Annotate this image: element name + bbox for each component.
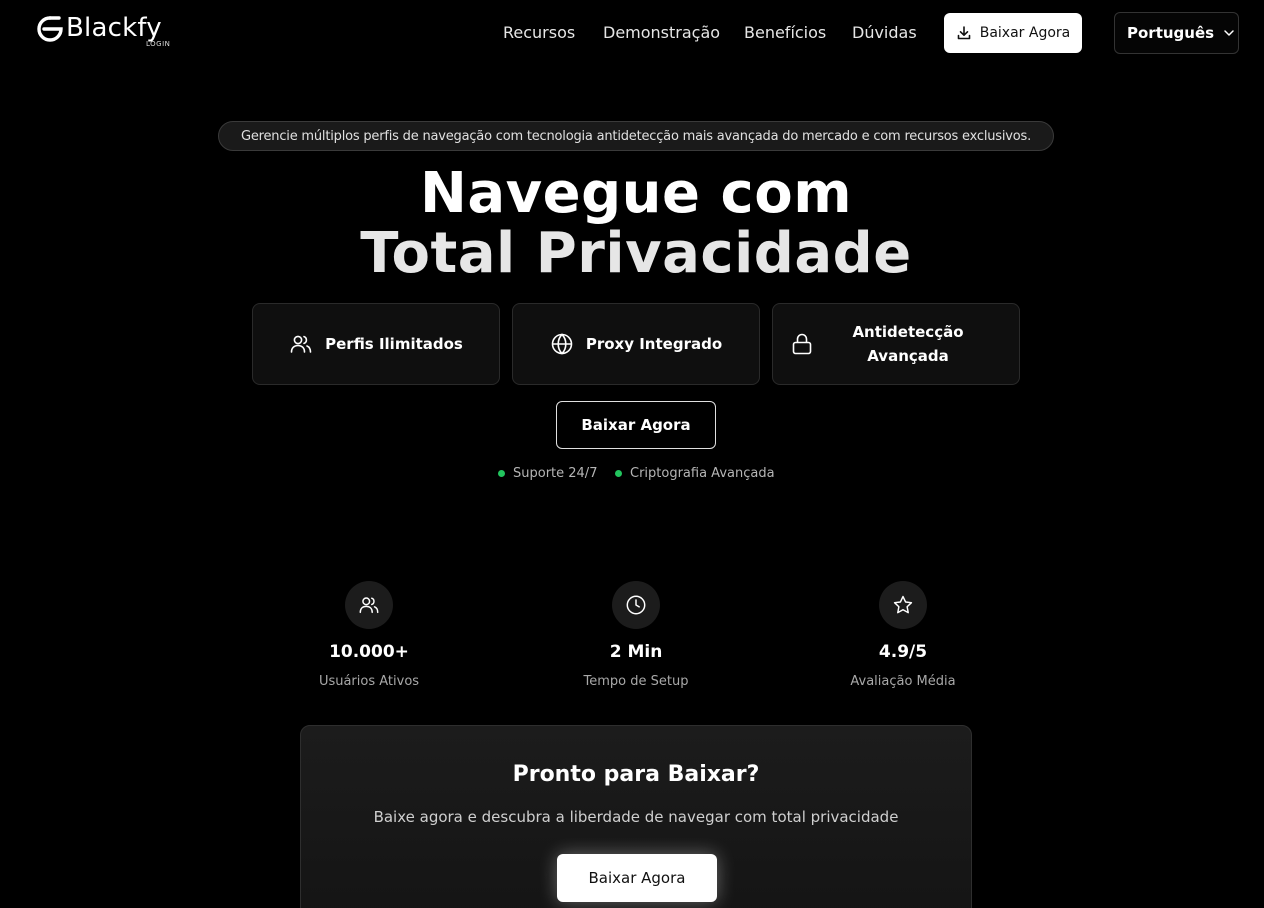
- hero-title-line2: Total Privacidade: [360, 221, 912, 286]
- nav-duvidas[interactable]: Dúvidas: [852, 22, 917, 44]
- feature-label: Proxy Integrado: [585, 335, 723, 353]
- hero-title-line1: Navegue com: [419, 161, 853, 226]
- nav-demonstracao[interactable]: Demonstração: [603, 22, 720, 44]
- stat-icon-circle: [879, 581, 927, 629]
- trust-item-support: Suporte 24/7: [498, 466, 597, 481]
- hero-title: Navegue com Total Privacidade: [0, 164, 1264, 284]
- trust-label: Criptografia Avançada: [630, 466, 775, 481]
- logo-subtext: LOGIN: [146, 40, 171, 48]
- feature-card-perfis: Perfis Ilimitados: [252, 303, 500, 385]
- users-icon: [359, 597, 379, 614]
- download-icon: [957, 26, 971, 40]
- stat-users: 10.000+ Usuários Ativos: [269, 581, 469, 691]
- cta-panel: Pronto para Baixar? Baixe agora e descub…: [300, 725, 972, 908]
- stat-value: 2 Min: [609, 642, 663, 662]
- stat-icon-circle: [612, 581, 660, 629]
- stat-value: 4.9/5: [878, 642, 928, 662]
- cta-subtitle: Baixe agora e descubra a liberdade de na…: [373, 808, 899, 826]
- stat-label: Tempo de Setup: [583, 674, 689, 689]
- clock-icon: [626, 595, 646, 615]
- nav-beneficios[interactable]: Benefícios: [744, 22, 826, 44]
- stat-icon-circle: [345, 581, 393, 629]
- stat-value: 10.000+: [329, 642, 409, 662]
- stat-label: Avaliação Média: [850, 674, 956, 689]
- download-button-label: Baixar Agora: [979, 25, 1071, 41]
- brand-logo[interactable]: Blackfy LOGIN: [34, 12, 184, 56]
- feature-card-proxy: Proxy Integrado: [512, 303, 760, 385]
- stat-rating: 4.9/5 Avaliação Média: [803, 581, 1003, 691]
- language-select[interactable]: Português: [1114, 12, 1239, 54]
- trust-label: Suporte 24/7: [513, 466, 598, 481]
- star-icon: [893, 595, 913, 614]
- nav-recursos[interactable]: Recursos: [503, 22, 575, 44]
- chevron-down-icon: [1224, 30, 1234, 36]
- status-dot: [498, 470, 505, 477]
- globe-icon: [551, 333, 573, 355]
- download-button-header[interactable]: Baixar Agora: [944, 13, 1082, 53]
- hero-download-button[interactable]: Baixar Agora: [556, 401, 716, 449]
- feature-card-antideteccao: Antidetecção Avançada: [772, 303, 1020, 385]
- stat-setup-time: 2 Min Tempo de Setup: [536, 581, 736, 691]
- feature-label: Antidetecção Avançada: [852, 323, 964, 365]
- stat-label: Usuários Ativos: [318, 674, 420, 689]
- site-header: Blackfy LOGIN Recursos Demonstração Bene…: [0, 0, 1264, 66]
- cta-title: Pronto para Baixar?: [512, 762, 760, 787]
- language-value: Português: [1127, 24, 1215, 42]
- hero-tagline-pill: Gerencie múltiplos perfis de navegação c…: [218, 121, 1054, 151]
- cta-download-button[interactable]: Baixar Agora: [557, 854, 717, 902]
- logo-mark-icon: [37, 16, 63, 42]
- lock-icon: [792, 333, 812, 355]
- feature-label: Perfis Ilimitados: [325, 335, 463, 353]
- users-icon: [290, 335, 312, 353]
- trust-item-crypto: Criptografia Avançada: [615, 466, 775, 481]
- status-dot: [615, 470, 622, 477]
